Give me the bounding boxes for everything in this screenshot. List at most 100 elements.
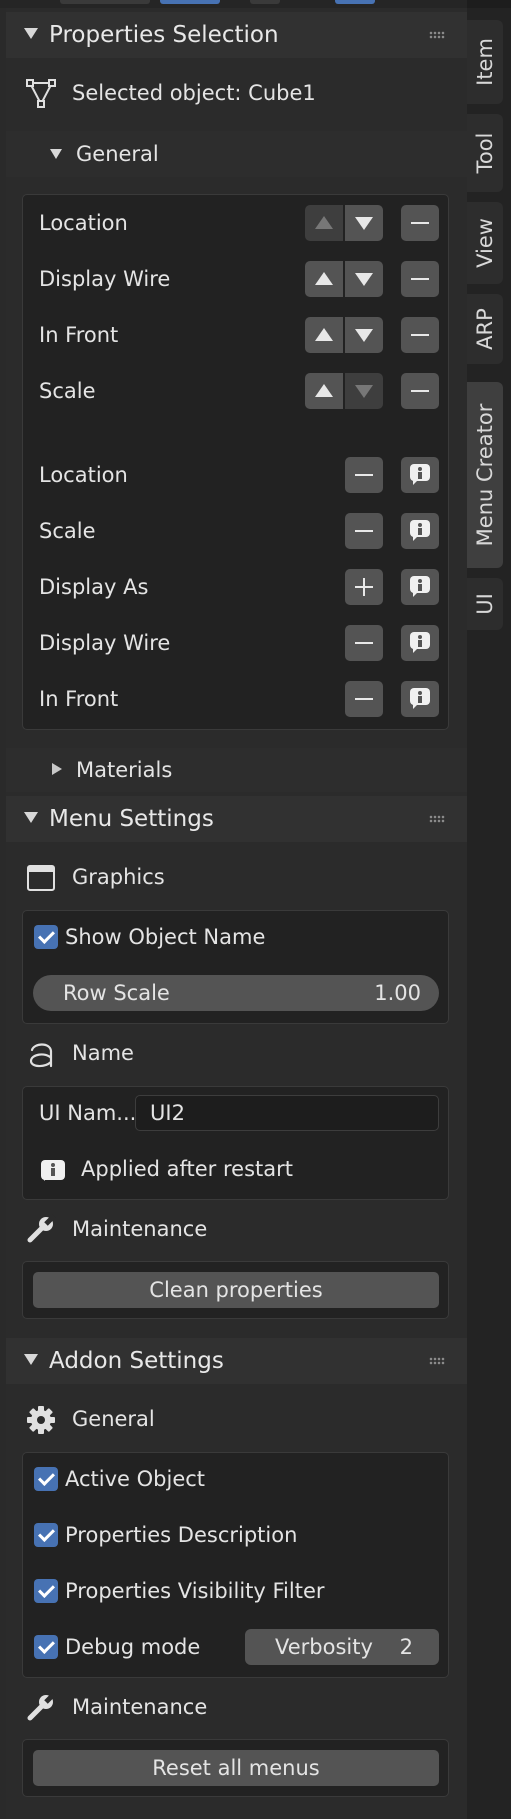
ui-name-label: UI Nam... <box>39 1101 137 1125</box>
visibility-filter-checkbox[interactable] <box>34 1579 58 1603</box>
move-up-button[interactable] <box>305 205 343 241</box>
reorder-buttons <box>305 205 383 241</box>
remove-property-button[interactable] <box>345 513 383 549</box>
verbosity-value: 2 <box>399 1635 413 1659</box>
remove-property-button[interactable] <box>401 261 439 297</box>
move-up-button[interactable] <box>305 317 343 353</box>
header-tab-stub <box>335 0 375 4</box>
info-icon[interactable] <box>401 681 439 717</box>
clean-properties-label: Clean properties <box>149 1278 323 1302</box>
info-icon[interactable] <box>401 457 439 493</box>
reorder-buttons <box>305 373 383 409</box>
ui-name-input[interactable]: UI2 <box>135 1095 439 1131</box>
verbosity-label: Verbosity <box>275 1635 373 1659</box>
info-icon[interactable] <box>401 513 439 549</box>
maintenance-label: Maintenance <box>72 1695 208 1719</box>
maintenance-label: Maintenance <box>72 1217 208 1241</box>
info-icon[interactable] <box>401 625 439 661</box>
drag-grip-icon[interactable] <box>429 1357 445 1365</box>
tab-tool[interactable]: Tool <box>467 114 503 192</box>
expand-arrow-icon[interactable] <box>52 763 62 775</box>
active-object-label: Active Object <box>65 1467 206 1491</box>
tab-view[interactable]: View <box>467 202 503 284</box>
tab-label: Menu Creator <box>473 403 497 547</box>
active-object-checkbox[interactable] <box>34 1467 58 1491</box>
move-down-button[interactable] <box>345 205 383 241</box>
remove-property-button[interactable] <box>345 625 383 661</box>
drag-grip-icon[interactable] <box>429 815 445 823</box>
properties-selection-header[interactable]: Properties Selection <box>6 12 467 58</box>
tab-label: Item <box>473 38 497 86</box>
text-font-icon <box>29 1043 53 1068</box>
tab-label: View <box>473 218 497 268</box>
clean-properties-button[interactable]: Clean properties <box>33 1272 439 1308</box>
remove-property-button[interactable] <box>345 457 383 493</box>
remove-property-button[interactable] <box>401 317 439 353</box>
addon-settings-header[interactable]: Addon Settings <box>6 1338 467 1384</box>
verbosity-field[interactable]: Verbosity 2 <box>245 1629 439 1665</box>
tab-label: ARP <box>473 308 497 350</box>
tab-ui[interactable]: UI <box>467 578 503 630</box>
row-scale-label: Row Scale <box>63 981 170 1005</box>
property-row-label: Location <box>39 463 128 487</box>
info-icon <box>32 1153 70 1189</box>
tab-menu-creator[interactable]: Menu Creator <box>467 382 503 568</box>
reorder-buttons <box>305 317 383 353</box>
header-tab-stub <box>250 0 280 4</box>
tab-label: Tool <box>473 132 497 174</box>
wrench-icon <box>27 1214 56 1243</box>
show-object-name-checkbox[interactable] <box>34 925 58 949</box>
reorder-buttons <box>305 261 383 297</box>
applied-note: Applied after restart <box>81 1157 293 1181</box>
collapse-arrow-icon[interactable] <box>50 149 62 159</box>
add-property-button[interactable] <box>345 569 383 605</box>
tab-label: UI <box>473 593 497 615</box>
move-up-button[interactable] <box>305 373 343 409</box>
general-label: General <box>72 1407 155 1431</box>
reset-all-menus-button[interactable]: Reset all menus <box>33 1750 439 1786</box>
remove-property-button[interactable] <box>345 681 383 717</box>
move-up-button[interactable] <box>305 261 343 297</box>
collapse-arrow-icon[interactable] <box>24 28 38 39</box>
reset-all-menus-label: Reset all menus <box>152 1756 320 1780</box>
tab-item[interactable]: Item <box>467 20 503 104</box>
property-row-label: Display Wire <box>39 631 171 655</box>
row-scale-slider[interactable]: Row Scale 1.00 <box>33 975 439 1011</box>
general-subpanel-header[interactable]: General <box>6 131 467 177</box>
tab-arp[interactable]: ARP <box>467 294 503 364</box>
move-down-button[interactable] <box>345 373 383 409</box>
move-down-button[interactable] <box>345 261 383 297</box>
graphics-label: Graphics <box>72 865 165 889</box>
drag-grip-icon[interactable] <box>429 31 445 39</box>
selected-object-label: Selected object: Cube1 <box>72 81 316 105</box>
property-row-label: Scale <box>39 379 96 403</box>
properties-description-checkbox[interactable] <box>34 1523 58 1547</box>
panel-title: Addon Settings <box>49 1348 224 1374</box>
materials-subpanel-header[interactable]: Materials <box>6 748 467 792</box>
collapse-arrow-icon[interactable] <box>24 812 38 823</box>
property-row-label: Display As <box>39 575 149 599</box>
info-icon[interactable] <box>401 569 439 605</box>
general-label: General <box>76 142 159 166</box>
property-row-label: Display Wire <box>39 267 171 291</box>
materials-label: Materials <box>76 758 173 782</box>
panel-title: Properties Selection <box>49 22 279 48</box>
row-scale-value: 1.00 <box>374 981 421 1005</box>
debug-mode-label: Debug mode <box>65 1635 201 1659</box>
remove-property-button[interactable] <box>401 373 439 409</box>
menu-settings-header[interactable]: Menu Settings <box>6 796 467 842</box>
move-down-button[interactable] <box>345 317 383 353</box>
properties-description-label: Properties Description <box>65 1523 298 1547</box>
show-object-name-label: Show Object Name <box>65 925 266 949</box>
property-row-label: In Front <box>39 323 119 347</box>
ui-name-value: UI2 <box>150 1101 185 1125</box>
header-tab-stub <box>60 0 150 4</box>
header-tab-stub <box>160 0 220 4</box>
property-row-label: In Front <box>39 687 119 711</box>
top-strip <box>0 0 467 8</box>
mesh-object-icon <box>26 79 56 108</box>
remove-property-button[interactable] <box>401 205 439 241</box>
gear-icon <box>27 1406 55 1434</box>
debug-mode-checkbox[interactable] <box>34 1635 58 1659</box>
collapse-arrow-icon[interactable] <box>24 1354 38 1365</box>
